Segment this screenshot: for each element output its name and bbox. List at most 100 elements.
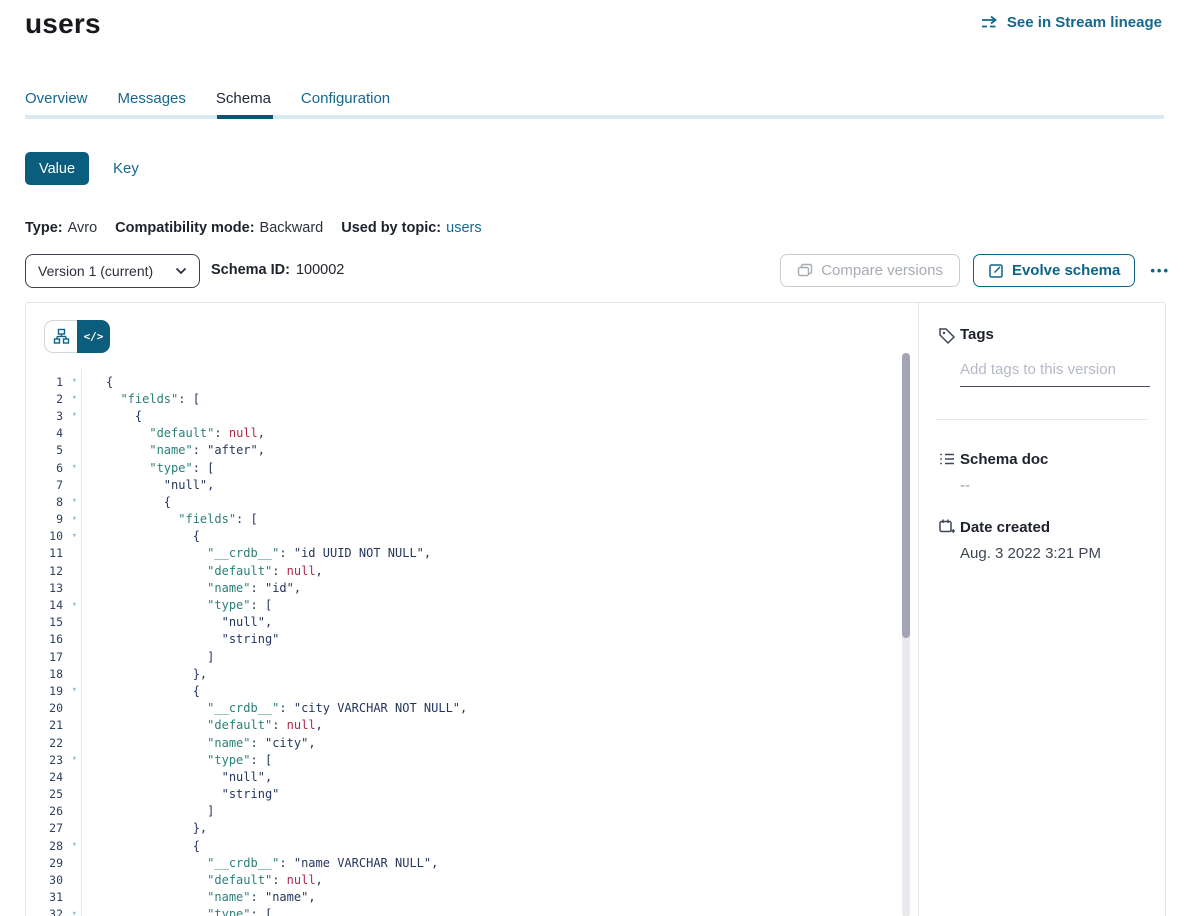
code-line: 31 "name": "name", (26, 889, 467, 906)
code-text: "fields": [ (106, 392, 200, 406)
fold-toggle-icon[interactable]: ▾ (63, 601, 81, 610)
fold-toggle-icon[interactable]: ▾ (63, 532, 81, 541)
code-text: { (106, 375, 113, 389)
code-text: "name": "after", (106, 443, 265, 457)
edit-icon (988, 263, 1004, 279)
fold-toggle-icon[interactable]: ▾ (63, 755, 81, 764)
compare-icon (797, 263, 813, 279)
version-actions: Compare versions Evolve schema ••• (780, 254, 1172, 287)
fold-toggle-icon[interactable]: ▾ (63, 463, 81, 472)
tree-view-button[interactable] (44, 320, 77, 353)
line-number: 8 (26, 495, 63, 509)
line-number: 7 (26, 478, 63, 492)
code-text: "__crdb__": "name VARCHAR NULL", (106, 856, 438, 870)
tags-heading: Tags (960, 326, 994, 343)
line-number: 1 (26, 375, 63, 389)
line-number: 26 (26, 804, 63, 818)
schema-id-label: Schema ID: (211, 262, 290, 278)
code-line: 20 "__crdb__": "city VARCHAR NOT NULL", (26, 700, 467, 717)
line-number: 20 (26, 701, 63, 715)
code-text: "null", (106, 770, 272, 784)
see-in-stream-lineage-link[interactable]: See in Stream lineage (981, 14, 1162, 31)
code-line: 22 "name": "city", (26, 734, 467, 751)
code-line: 3▾ { (26, 407, 467, 424)
value-toggle-button[interactable]: Value (25, 152, 89, 185)
code-text: { (106, 495, 171, 509)
code-text: ] (106, 650, 214, 664)
version-dropdown-value: Version 1 (current) (38, 263, 153, 279)
tag-icon (938, 327, 956, 345)
code-line: 32▾ "type": [ (26, 906, 467, 916)
schema-doc-icon (938, 450, 956, 468)
page-title: users (25, 8, 101, 40)
code-view-button[interactable]: </> (77, 320, 110, 353)
code-line: 6▾ "type": [ (26, 459, 467, 476)
editor-scrollbar-track[interactable] (902, 353, 910, 916)
evolve-schema-button[interactable]: Evolve schema (973, 254, 1135, 287)
code-line: 29 "__crdb__": "name VARCHAR NULL", (26, 854, 467, 871)
type-label: Type: (25, 220, 63, 236)
active-tab-underline (217, 115, 273, 119)
editor-scrollbar-thumb[interactable] (902, 353, 910, 638)
fold-toggle-icon[interactable]: ▾ (63, 411, 81, 420)
add-tags-input[interactable] (960, 361, 1150, 387)
fold-toggle-icon[interactable]: ▾ (63, 910, 81, 916)
schema-doc-value: -- (960, 477, 970, 494)
fold-toggle-icon[interactable]: ▾ (63, 686, 81, 695)
compare-versions-button[interactable]: Compare versions (780, 254, 960, 287)
topic-label: Used by topic: (341, 220, 441, 236)
code-text: "__crdb__": "id UUID NOT NULL", (106, 546, 431, 560)
lineage-link-label: See in Stream lineage (1007, 14, 1162, 31)
code-text: "default": null, (106, 873, 323, 887)
code-text: }, (106, 821, 207, 835)
code-text: "null", (106, 615, 272, 629)
type-value: Avro (68, 220, 98, 236)
line-number: 23 (26, 753, 63, 767)
code-text: { (106, 684, 200, 698)
fold-toggle-icon[interactable]: ▾ (63, 377, 81, 386)
line-number: 16 (26, 632, 63, 646)
code-text: ] (106, 804, 214, 818)
code-line: 25 "string" (26, 786, 467, 803)
code-lines: 1▾{2▾ "fields": [3▾ {4 "default": null,5… (26, 373, 467, 916)
stream-lineage-icon (981, 15, 1000, 31)
code-line: 12 "default": null, (26, 562, 467, 579)
code-line: 27 }, (26, 820, 467, 837)
line-number: 25 (26, 787, 63, 801)
line-number: 27 (26, 821, 63, 835)
code-text: "type": [ (106, 461, 214, 475)
fold-toggle-icon[interactable]: ▾ (63, 515, 81, 524)
code-line: 1▾ { (26, 373, 467, 390)
line-number: 29 (26, 856, 63, 870)
key-toggle-link[interactable]: Key (113, 160, 139, 177)
compat-label: Compatibility mode: (115, 220, 254, 236)
code-line: 24 "null", (26, 768, 467, 785)
compat-value: Backward (260, 220, 324, 236)
compare-label: Compare versions (821, 262, 943, 279)
code-text: "name": "city", (106, 736, 316, 750)
version-dropdown[interactable]: Version 1 (current) (25, 254, 200, 288)
more-options-icon[interactable]: ••• (1148, 259, 1172, 282)
code-text: "fields": [ (106, 512, 258, 526)
code-line: 4 "default": null, (26, 425, 467, 442)
line-number: 21 (26, 718, 63, 732)
code-line: 17 ] (26, 648, 467, 665)
code-text: "type": [ (106, 598, 272, 612)
used-by-topic: Used by topic: users (341, 220, 481, 236)
line-number: 12 (26, 564, 63, 578)
line-number: 30 (26, 873, 63, 887)
line-number: 4 (26, 426, 63, 440)
fold-toggle-icon[interactable]: ▾ (63, 497, 81, 506)
date-created-heading: Date created (960, 519, 1050, 536)
code-text: "string" (106, 632, 279, 646)
value-key-toggle: Value Key (25, 152, 139, 185)
topic-link[interactable]: users (446, 220, 481, 236)
schema-panel: </> 1▾{2▾ "fields": [3▾ {4 "default": nu… (25, 302, 1166, 916)
code-line: 7 "null", (26, 476, 467, 493)
fold-toggle-icon[interactable]: ▾ (63, 394, 81, 403)
line-number: 6 (26, 461, 63, 475)
line-number: 5 (26, 443, 63, 457)
fold-toggle-icon[interactable]: ▾ (63, 841, 81, 850)
schema-sidebar: Tags Schema doc -- (918, 303, 1166, 916)
code-line: 15 "null", (26, 614, 467, 631)
